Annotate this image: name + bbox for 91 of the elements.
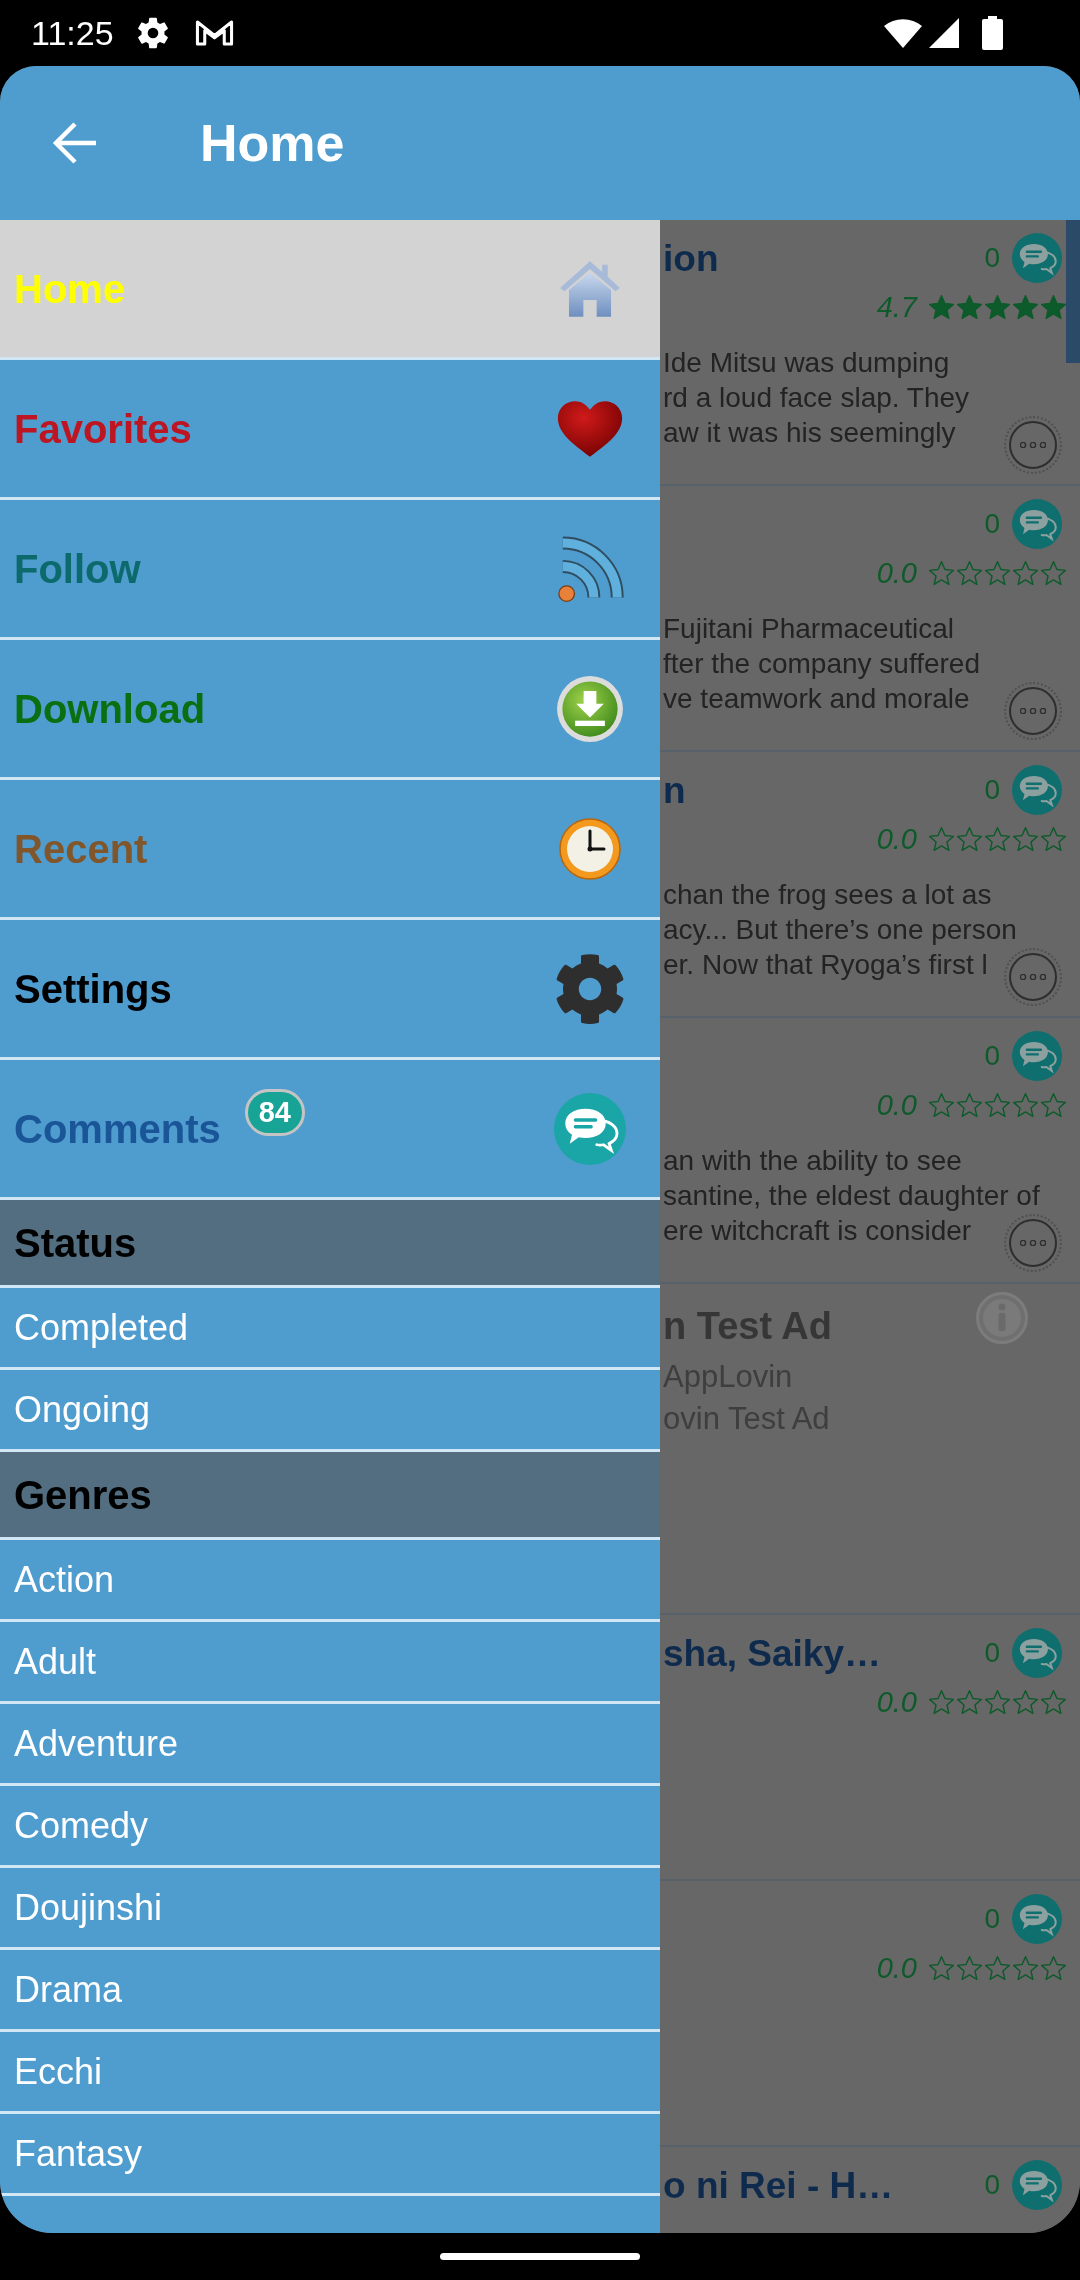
count-badge: 84 — [244, 1089, 305, 1136]
empty-star-icon — [957, 827, 982, 851]
chat-bubbles-icon — [554, 1092, 626, 1165]
description-line: Ide Mitsu was dumping — [663, 346, 950, 380]
empty-star-icon — [1041, 1956, 1066, 1980]
empty-star-icon — [1013, 827, 1038, 851]
rss-feed-icon — [555, 534, 625, 603]
ellipsis-icon — [1020, 974, 1046, 980]
ellipsis-icon — [1020, 442, 1046, 448]
chat-bubbles-icon — [1012, 1628, 1062, 1678]
description-line: chan the frog sees a lot as — [663, 878, 992, 912]
rating-value: 0.0 — [876, 1090, 917, 1120]
description-line: er. Now that Ryoga’s first l — [663, 948, 988, 982]
empty-star-icon — [957, 1093, 982, 1117]
comment-count: 0 — [984, 2171, 1000, 2199]
chat-bubbles-icon — [1012, 1031, 1062, 1081]
story-title[interactable]: o ni Rei - H… — [663, 2166, 894, 2204]
empty-star-icon — [929, 561, 954, 585]
comment-count: 0 — [984, 510, 1000, 538]
description-line: Fujitani Pharmaceutical — [663, 612, 955, 646]
empty-star-icon — [957, 561, 982, 585]
more-button[interactable] — [1004, 416, 1062, 474]
house-icon — [559, 259, 621, 318]
rating-value: 4.7 — [876, 292, 917, 322]
empty-star-icon — [1013, 561, 1038, 585]
empty-star-icon — [985, 1956, 1010, 1980]
chat-bubbles-icon — [1012, 1894, 1062, 1944]
empty-star-icon — [985, 561, 1010, 585]
story-title[interactable]: sha, Saiky… — [663, 1634, 881, 1672]
ellipsis-icon — [1020, 708, 1046, 714]
chat-bubbles-icon — [1012, 2160, 1062, 2210]
mail-icon — [194, 19, 234, 47]
comment-count: 0 — [984, 1042, 1000, 1070]
comment-count: 0 — [984, 1639, 1000, 1667]
description-line: santine, the eldest daughter of — [663, 1179, 1040, 1213]
filled-star-icon — [957, 295, 982, 319]
empty-star-icon — [929, 1690, 954, 1714]
description-line: acy... But there’s one person — [663, 913, 1017, 947]
empty-star-icon — [929, 1093, 954, 1117]
status-time: 11:25 — [31, 16, 114, 50]
description-line: rd a loud face slap. They — [663, 381, 970, 415]
comment-count: 0 — [984, 776, 1000, 804]
settings-icon — [135, 16, 170, 50]
chat-bubbles-icon — [1012, 233, 1062, 283]
rating-value: 0.0 — [876, 824, 917, 854]
empty-star-icon — [1041, 1093, 1066, 1117]
description-line: ve teamwork and morale — [663, 682, 970, 716]
cell-signal-icon — [928, 17, 960, 49]
back-arrow-icon[interactable] — [52, 120, 98, 166]
filled-star-icon — [1013, 295, 1038, 319]
comment-count: 0 — [984, 244, 1000, 272]
gear-icon — [554, 952, 626, 1025]
description-line: an with the ability to see — [663, 1144, 962, 1178]
empty-star-icon — [985, 827, 1010, 851]
battery-icon — [982, 16, 1003, 50]
more-button[interactable] — [1004, 1214, 1062, 1272]
empty-star-icon — [1041, 1690, 1066, 1714]
empty-star-icon — [1041, 827, 1066, 851]
ellipsis-icon — [1020, 1240, 1046, 1246]
empty-star-icon — [1013, 1956, 1038, 1980]
rating-value: 0.0 — [876, 558, 917, 588]
chat-bubbles-icon — [1012, 765, 1062, 815]
section-header: Status — [0, 1200, 660, 1288]
chat-bubbles-icon — [1012, 499, 1062, 549]
filled-star-icon — [929, 295, 954, 319]
clock-icon — [558, 816, 622, 881]
description-line: fter the company suffered — [663, 647, 980, 681]
comment-count: 0 — [984, 1905, 1000, 1933]
story-title[interactable]: ion — [663, 239, 719, 277]
empty-star-icon — [1013, 1093, 1038, 1117]
empty-star-icon — [929, 1956, 954, 1980]
story-title[interactable]: n — [663, 771, 686, 809]
empty-star-icon — [957, 1956, 982, 1980]
empty-star-icon — [985, 1690, 1010, 1714]
rating-value: 0.0 — [876, 1687, 917, 1717]
empty-star-icon — [957, 1690, 982, 1714]
empty-star-icon — [1013, 1690, 1038, 1714]
empty-star-icon — [929, 827, 954, 851]
description-line: aw it was his seemingly — [663, 416, 956, 450]
section-header: Genres — [0, 1452, 660, 1540]
download-badge-icon — [556, 674, 624, 743]
app-bar-title: Home — [200, 117, 345, 169]
more-button[interactable] — [1004, 682, 1062, 740]
more-button[interactable] — [1004, 948, 1062, 1006]
filled-star-icon — [985, 295, 1010, 319]
empty-star-icon — [985, 1093, 1010, 1117]
empty-star-icon — [1041, 561, 1066, 585]
filled-star-icon — [1041, 295, 1066, 319]
description-line: ere witchcraft is consider — [663, 1214, 972, 1248]
rating-value: 0.0 — [876, 1953, 917, 1983]
wifi-icon — [883, 17, 923, 49]
